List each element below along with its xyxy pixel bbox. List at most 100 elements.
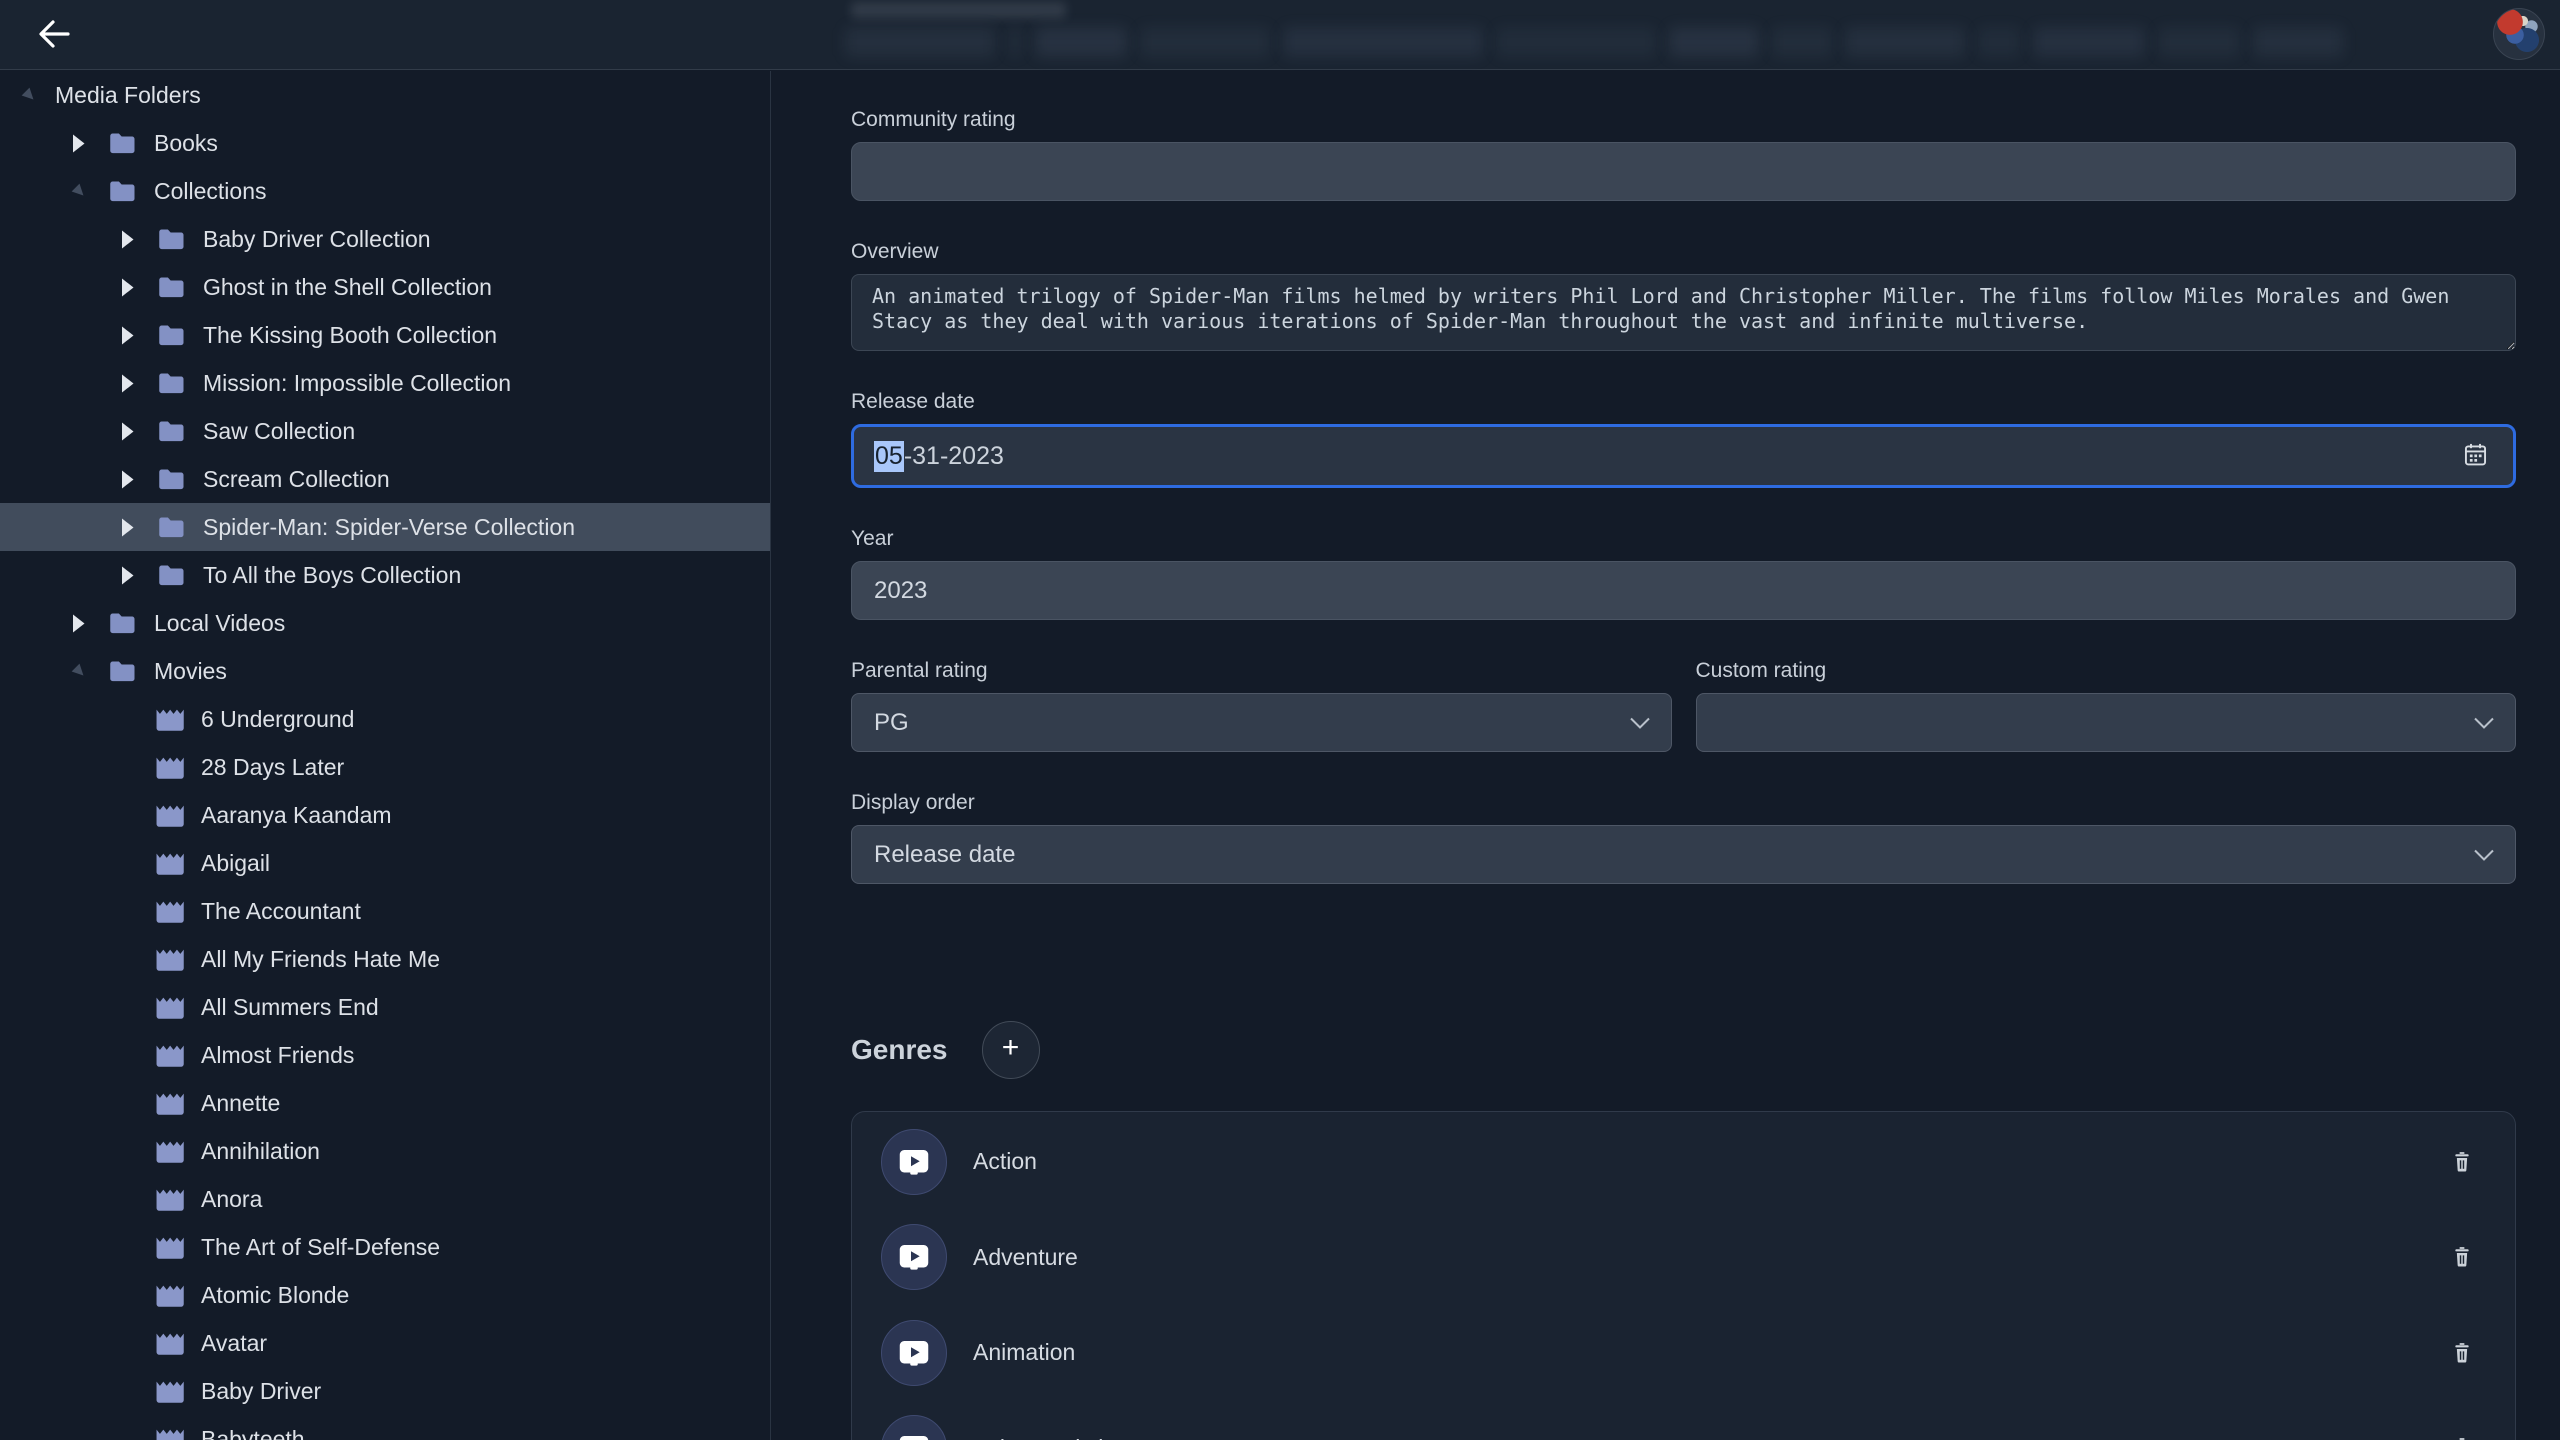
blurred-text-blob [2158,27,2240,57]
movie-icon [152,846,188,880]
sidebar-item-annihilation[interactable]: Annihilation [0,1127,770,1175]
top-bar [0,0,2560,70]
collapse-arrow-icon[interactable] [119,326,137,345]
parental-rating-select[interactable]: PG [851,693,1672,752]
folder-icon [103,176,141,206]
folder-icon [152,224,190,254]
delete-genre-button[interactable] [2447,1242,2477,1272]
delete-genre-button[interactable] [2447,1433,2477,1440]
collapse-arrow-icon[interactable] [119,470,137,489]
sidebar-item-movies[interactable]: Movies [0,647,770,695]
add-genre-button[interactable]: + [982,1021,1040,1079]
delete-genre-button[interactable] [2447,1147,2477,1177]
collapse-arrow-icon[interactable] [119,518,137,537]
calendar-icon [2462,441,2489,471]
collapse-arrow-icon[interactable] [70,134,88,153]
sidebar-item-aaranya-kaandam[interactable]: Aaranya Kaandam [0,791,770,839]
sidebar-item-all-my-friends-hate-me[interactable]: All My Friends Hate Me [0,935,770,983]
sidebar-item-babyteeth[interactable]: Babyteeth [0,1415,770,1440]
movie-icon [152,1230,188,1264]
genre-avatar [881,1415,947,1440]
tree-item-label: Baby Driver [201,1378,321,1405]
tree-item-label: Spider-Man: Spider-Verse Collection [203,514,575,541]
sidebar-item-the-accountant[interactable]: The Accountant [0,887,770,935]
delete-genre-button[interactable] [2447,1338,2477,1368]
movie-icon [152,894,188,928]
sidebar-item-mission-impossible-collection[interactable]: Mission: Impossible Collection [0,359,770,407]
overview-textarea[interactable]: An animated trilogy of Spider-Man films … [851,274,2516,351]
tree-item-label: Scream Collection [203,466,390,493]
expand-arrow-icon[interactable] [70,665,88,678]
blurred-text-blob [1140,27,1270,57]
folder-icon [152,464,190,494]
sidebar-item-anora[interactable]: Anora [0,1175,770,1223]
trash-icon [2451,1341,2473,1365]
sidebar-item-almost-friends[interactable]: Almost Friends [0,1031,770,1079]
tree-item-label: To All the Boys Collection [203,562,461,589]
blurred-text-blob [1978,27,2020,57]
genre-label: Animation [973,1339,2447,1366]
tree-item-label: Avatar [201,1330,267,1357]
tree-item-label: 6 Underground [201,706,354,733]
expand-arrow-icon[interactable] [20,89,38,102]
blurred-text-blob [1845,27,1965,57]
trash-icon [2451,1150,2473,1174]
genre-avatar [881,1129,947,1195]
genre-label: Adventure [973,1244,2447,1271]
sidebar-item-local-videos[interactable]: Local Videos [0,599,770,647]
sidebar-item-the-kissing-booth-collection[interactable]: The Kissing Booth Collection [0,311,770,359]
chevron-down-icon [2473,841,2495,869]
sidebar-item-6-underground[interactable]: 6 Underground [0,695,770,743]
sidebar-item-all-summers-end[interactable]: All Summers End [0,983,770,1031]
genre-row-action: Action [852,1114,2515,1210]
movie-icon [152,1326,188,1360]
sidebar-item-baby-driver[interactable]: Baby Driver [0,1367,770,1415]
sidebar-item-atomic-blonde[interactable]: Atomic Blonde [0,1271,770,1319]
back-button[interactable] [30,11,78,59]
collapse-arrow-icon[interactable] [119,278,137,297]
folder-icon [152,320,190,350]
sidebar-item-avatar[interactable]: Avatar [0,1319,770,1367]
sidebar-item-ghost-in-the-shell-collection[interactable]: Ghost in the Shell Collection [0,263,770,311]
plus-icon: + [1002,1033,1020,1063]
tree-item-label: The Accountant [201,898,361,925]
custom-rating-select[interactable] [1696,693,2517,752]
user-avatar[interactable] [2493,8,2545,60]
collapse-arrow-icon[interactable] [119,422,137,441]
sidebar-item-collections[interactable]: Collections [0,167,770,215]
calendar-button[interactable] [2455,427,2495,485]
sidebar-item-scream-collection[interactable]: Scream Collection [0,455,770,503]
sidebar-item-28-days-later[interactable]: 28 Days Later [0,743,770,791]
movie-icon [152,702,188,736]
video-icon [896,1338,932,1368]
collapse-arrow-icon[interactable] [119,566,137,585]
year-input[interactable] [851,561,2516,620]
sidebar-item-the-art-of-self-defense[interactable]: The Art of Self-Defense [0,1223,770,1271]
collapse-arrow-icon[interactable] [119,230,137,249]
sidebar-item-to-all-the-boys-collection[interactable]: To All the Boys Collection [0,551,770,599]
video-icon [896,1242,932,1272]
community-rating-input[interactable] [851,142,2516,201]
video-icon [896,1147,932,1177]
movie-icon [152,1374,188,1408]
parental-rating-value: PG [874,709,909,737]
sidebar-item-media-folders[interactable]: Media Folders [0,71,770,119]
release-date-input[interactable]: 05-31-2023 [851,424,2516,488]
tree-item-label: Anora [201,1186,262,1213]
blurred-text-blob [1496,27,1656,57]
sidebar-item-saw-collection[interactable]: Saw Collection [0,407,770,455]
collapse-arrow-icon[interactable] [70,614,88,633]
expand-arrow-icon[interactable] [70,185,88,198]
tree-item-label: Atomic Blonde [201,1282,349,1309]
sidebar-item-abigail[interactable]: Abigail [0,839,770,887]
tree-item-label: The Kissing Booth Collection [203,322,497,349]
tree-item-label: Media Folders [55,82,201,109]
sidebar-item-books[interactable]: Books [0,119,770,167]
genres-heading: Genres [851,1034,948,1066]
blurred-text-blob [1035,27,1127,57]
sidebar-item-spider-man-spider-verse-collection[interactable]: Spider-Man: Spider-Verse Collection [0,503,770,551]
sidebar-item-baby-driver-collection[interactable]: Baby Driver Collection [0,215,770,263]
sidebar-item-annette[interactable]: Annette [0,1079,770,1127]
display-order-select[interactable]: Release date [851,825,2516,884]
collapse-arrow-icon[interactable] [119,374,137,393]
